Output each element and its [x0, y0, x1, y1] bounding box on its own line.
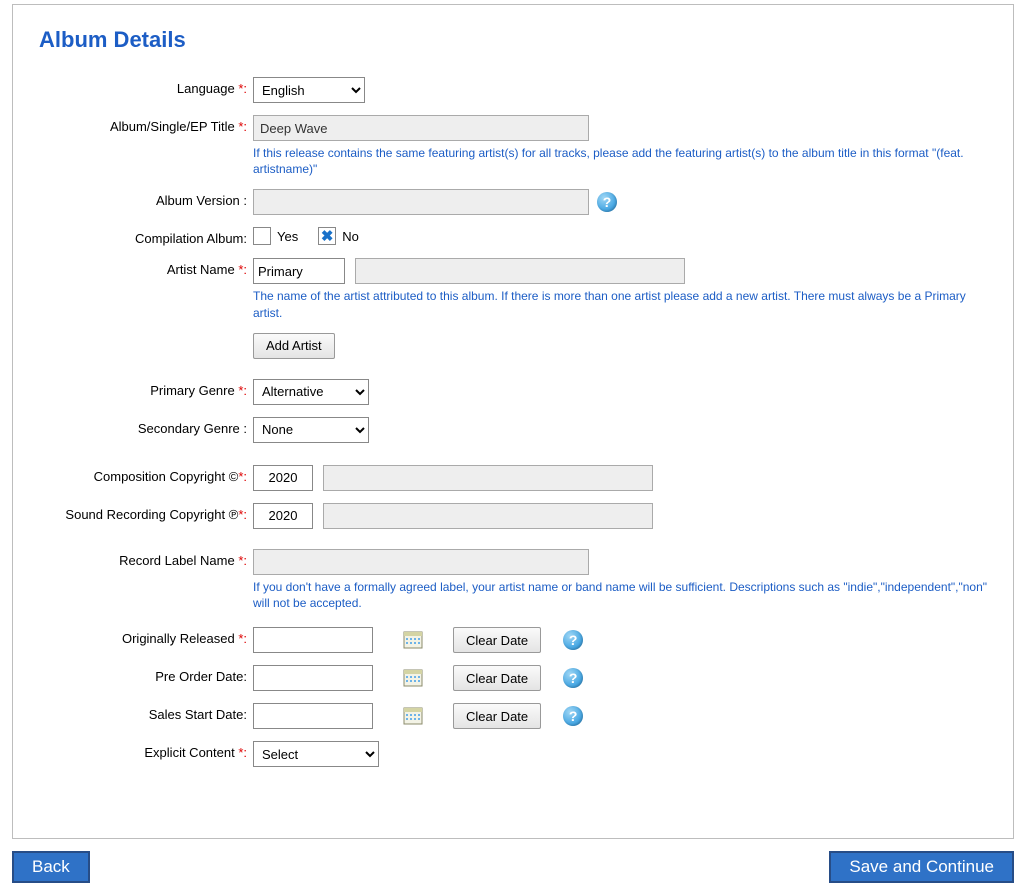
- record-label-label: Record Label Name *:: [33, 549, 253, 568]
- pre-order-input[interactable]: [253, 665, 373, 691]
- compilation-no-checkbox[interactable]: [318, 227, 336, 245]
- composition-copyright-label: Composition Copyright ©*:: [33, 465, 253, 484]
- artist-name-help: The name of the artist attributed to thi…: [253, 288, 993, 320]
- primary-genre-label: Primary Genre *:: [33, 379, 253, 398]
- pre-order-label: Pre Order Date:: [33, 665, 253, 684]
- sound-owner-field[interactable]: [323, 503, 653, 529]
- explicit-content-select[interactable]: Select: [253, 741, 379, 767]
- no-label: No: [342, 229, 359, 244]
- language-select[interactable]: English: [253, 77, 365, 103]
- originally-released-input[interactable]: [253, 627, 373, 653]
- sales-start-input[interactable]: [253, 703, 373, 729]
- composition-year-input[interactable]: [253, 465, 313, 491]
- secondary-genre-select[interactable]: None: [253, 417, 369, 443]
- album-version-field[interactable]: [253, 189, 589, 215]
- add-artist-button[interactable]: Add Artist: [253, 333, 335, 359]
- explicit-content-label: Explicit Content *:: [33, 741, 253, 760]
- sales-start-label: Sales Start Date:: [33, 703, 253, 722]
- album-details-panel: Album Details Language *: English Album/…: [12, 4, 1014, 839]
- album-title-help: If this release contains the same featur…: [253, 145, 993, 177]
- originally-released-label: Originally Released *:: [33, 627, 253, 646]
- originally-released-help-icon[interactable]: ?: [563, 630, 583, 650]
- album-title-label: Album/Single/EP Title *:: [33, 115, 253, 134]
- artist-name-label: Artist Name *:: [33, 258, 253, 277]
- save-continue-button[interactable]: Save and Continue: [829, 851, 1014, 883]
- composition-owner-field[interactable]: [323, 465, 653, 491]
- secondary-genre-label: Secondary Genre :: [33, 417, 253, 436]
- sales-start-help-icon[interactable]: ?: [563, 706, 583, 726]
- clear-date-button-3[interactable]: Clear Date: [453, 703, 541, 729]
- artist-role-input[interactable]: [253, 258, 345, 284]
- record-label-field[interactable]: [253, 549, 589, 575]
- language-label: Language *:: [33, 77, 253, 96]
- pre-order-help-icon[interactable]: ?: [563, 668, 583, 688]
- album-title-field[interactable]: Deep Wave: [253, 115, 589, 141]
- sound-year-input[interactable]: [253, 503, 313, 529]
- page-title: Album Details: [39, 27, 993, 53]
- calendar-icon[interactable]: [403, 631, 423, 649]
- record-label-help: If you don't have a formally agreed labe…: [253, 579, 993, 611]
- album-version-label: Album Version :: [33, 189, 253, 208]
- sound-copyright-label: Sound Recording Copyright ℗*:: [33, 503, 253, 522]
- compilation-yes-checkbox[interactable]: [253, 227, 271, 245]
- primary-genre-select[interactable]: Alternative: [253, 379, 369, 405]
- clear-date-button-1[interactable]: Clear Date: [453, 627, 541, 653]
- artist-name-field[interactable]: [355, 258, 685, 284]
- yes-label: Yes: [277, 229, 298, 244]
- back-button[interactable]: Back: [12, 851, 90, 883]
- album-version-help-icon[interactable]: ?: [597, 192, 617, 212]
- compilation-label: Compilation Album:: [33, 227, 253, 246]
- clear-date-button-2[interactable]: Clear Date: [453, 665, 541, 691]
- calendar-icon[interactable]: [403, 707, 423, 725]
- calendar-icon[interactable]: [403, 669, 423, 687]
